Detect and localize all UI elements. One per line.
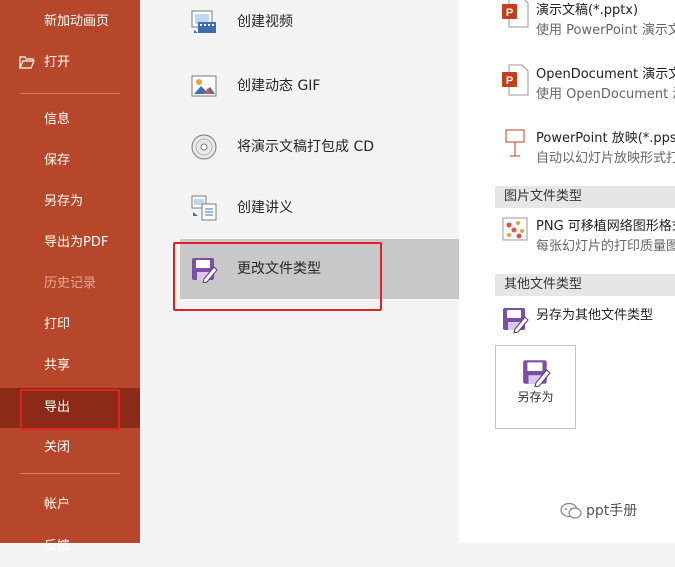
file-type-ppsx[interactable]: PowerPoint 放映(*.ppsx 自动以幻灯片放映形式打 bbox=[495, 128, 675, 188]
file-types-panel: P 演示文稿(*.pptx) 使用 PowerPoint 演示文 P OpenD… bbox=[459, 0, 675, 543]
option-package-cd[interactable]: 将演示文稿打包成 CD bbox=[180, 117, 459, 177]
backstage-nav: 新加动画页 打开 信息 保存 另存为 导出为PDF 历史记录 打印 共享 导出 … bbox=[0, 0, 140, 554]
file-type-desc: 使用 OpenDocument 演示 bbox=[536, 87, 675, 102]
option-label: 将演示文稿打包成 CD bbox=[237, 139, 375, 155]
section-image-file-types: 图片文件类型 bbox=[495, 186, 675, 208]
nav-new-animation-page[interactable]: 新加动画页 bbox=[0, 2, 140, 42]
highlight-change-file-type bbox=[173, 242, 382, 311]
file-type-other[interactable]: 另存为其他文件类型 bbox=[495, 305, 675, 340]
option-create-gif[interactable]: 创建动态 GIF bbox=[180, 56, 459, 116]
file-type-title: PNG 可移植网络图形格式 bbox=[536, 219, 675, 234]
option-create-video[interactable]: 创建视频 bbox=[180, 0, 459, 52]
watermark: ppt手册 bbox=[560, 500, 637, 520]
nav-label: 另存为 bbox=[44, 194, 84, 209]
highlight-export bbox=[20, 389, 120, 430]
slideshow-file-icon bbox=[505, 129, 525, 157]
nav-info[interactable]: 信息 bbox=[0, 100, 140, 140]
nav-label: 帐户 bbox=[44, 497, 71, 512]
nav-feedback[interactable]: 反馈 bbox=[0, 527, 140, 567]
section-other-file-types: 其他文件类型 bbox=[495, 274, 675, 296]
nav-label: 打开 bbox=[44, 55, 71, 70]
odp-file-icon: P bbox=[502, 64, 529, 96]
nav-divider bbox=[20, 473, 120, 474]
svg-text:P: P bbox=[506, 75, 513, 87]
nav-save-as[interactable]: 另存为 bbox=[0, 182, 140, 222]
file-type-png[interactable]: PNG 可移植网络图形格式 每张幻灯片的打印质量图 bbox=[495, 216, 675, 276]
file-type-pptx[interactable]: P 演示文稿(*.pptx) 使用 PowerPoint 演示文 bbox=[495, 0, 675, 60]
nav-export-pdf[interactable]: 导出为PDF bbox=[0, 223, 140, 263]
nav-label: 反馈 bbox=[44, 539, 71, 554]
nav-label: 信息 bbox=[44, 112, 71, 127]
nav-history: 历史记录 bbox=[0, 264, 140, 304]
option-label: 创建讲义 bbox=[237, 200, 293, 216]
gif-icon bbox=[191, 75, 217, 97]
file-type-title: PowerPoint 放映(*.ppsx bbox=[536, 131, 675, 146]
save-as-icon bbox=[523, 360, 551, 387]
file-type-desc: 每张幻灯片的打印质量图 bbox=[536, 239, 675, 254]
nav-label: 导出为PDF bbox=[44, 235, 109, 250]
save-as-label: 另存为 bbox=[517, 390, 554, 404]
nav-label: 新加动画页 bbox=[44, 14, 110, 29]
nav-label: 历史记录 bbox=[44, 276, 97, 291]
nav-label: 共享 bbox=[44, 358, 71, 373]
pptx-file-icon: P bbox=[502, 0, 529, 28]
nav-divider bbox=[20, 93, 120, 94]
nav-label: 打印 bbox=[44, 317, 71, 332]
nav-share[interactable]: 共享 bbox=[0, 346, 140, 386]
handouts-icon bbox=[191, 195, 217, 221]
file-type-title: 演示文稿(*.pptx) bbox=[536, 3, 639, 18]
section-label: 其他文件类型 bbox=[504, 277, 583, 292]
nav-account[interactable]: 帐户 bbox=[0, 485, 140, 525]
file-type-desc: 使用 PowerPoint 演示文 bbox=[536, 23, 675, 38]
nav-close[interactable]: 关闭 bbox=[0, 428, 140, 468]
file-type-title: 另存为其他文件类型 bbox=[536, 308, 654, 323]
option-label: 创建动态 GIF bbox=[237, 78, 321, 94]
nav-label: 关闭 bbox=[44, 440, 71, 455]
file-type-title: OpenDocument 演示文 bbox=[536, 67, 675, 82]
save-as-other-icon bbox=[503, 308, 529, 334]
video-icon bbox=[191, 10, 216, 33]
nav-label: 保存 bbox=[44, 153, 71, 168]
watermark-text: ppt手册 bbox=[586, 503, 638, 519]
option-create-handouts[interactable]: 创建讲义 bbox=[180, 178, 459, 238]
file-type-desc: 自动以幻灯片放映形式打 bbox=[536, 151, 675, 166]
save-as-button[interactable]: 另存为 bbox=[495, 345, 576, 429]
option-label: 创建视频 bbox=[237, 14, 293, 30]
wechat-icon bbox=[560, 502, 582, 519]
nav-print[interactable]: 打印 bbox=[0, 305, 140, 345]
nav-open[interactable]: 打开 bbox=[0, 43, 140, 83]
cd-icon bbox=[191, 134, 217, 160]
nav-save[interactable]: 保存 bbox=[0, 141, 140, 181]
file-type-odp[interactable]: P OpenDocument 演示文 使用 OpenDocument 演示 bbox=[495, 64, 675, 124]
svg-text:P: P bbox=[506, 7, 513, 19]
png-file-icon bbox=[502, 217, 528, 241]
folder-open-icon bbox=[19, 43, 35, 83]
section-label: 图片文件类型 bbox=[504, 189, 583, 204]
